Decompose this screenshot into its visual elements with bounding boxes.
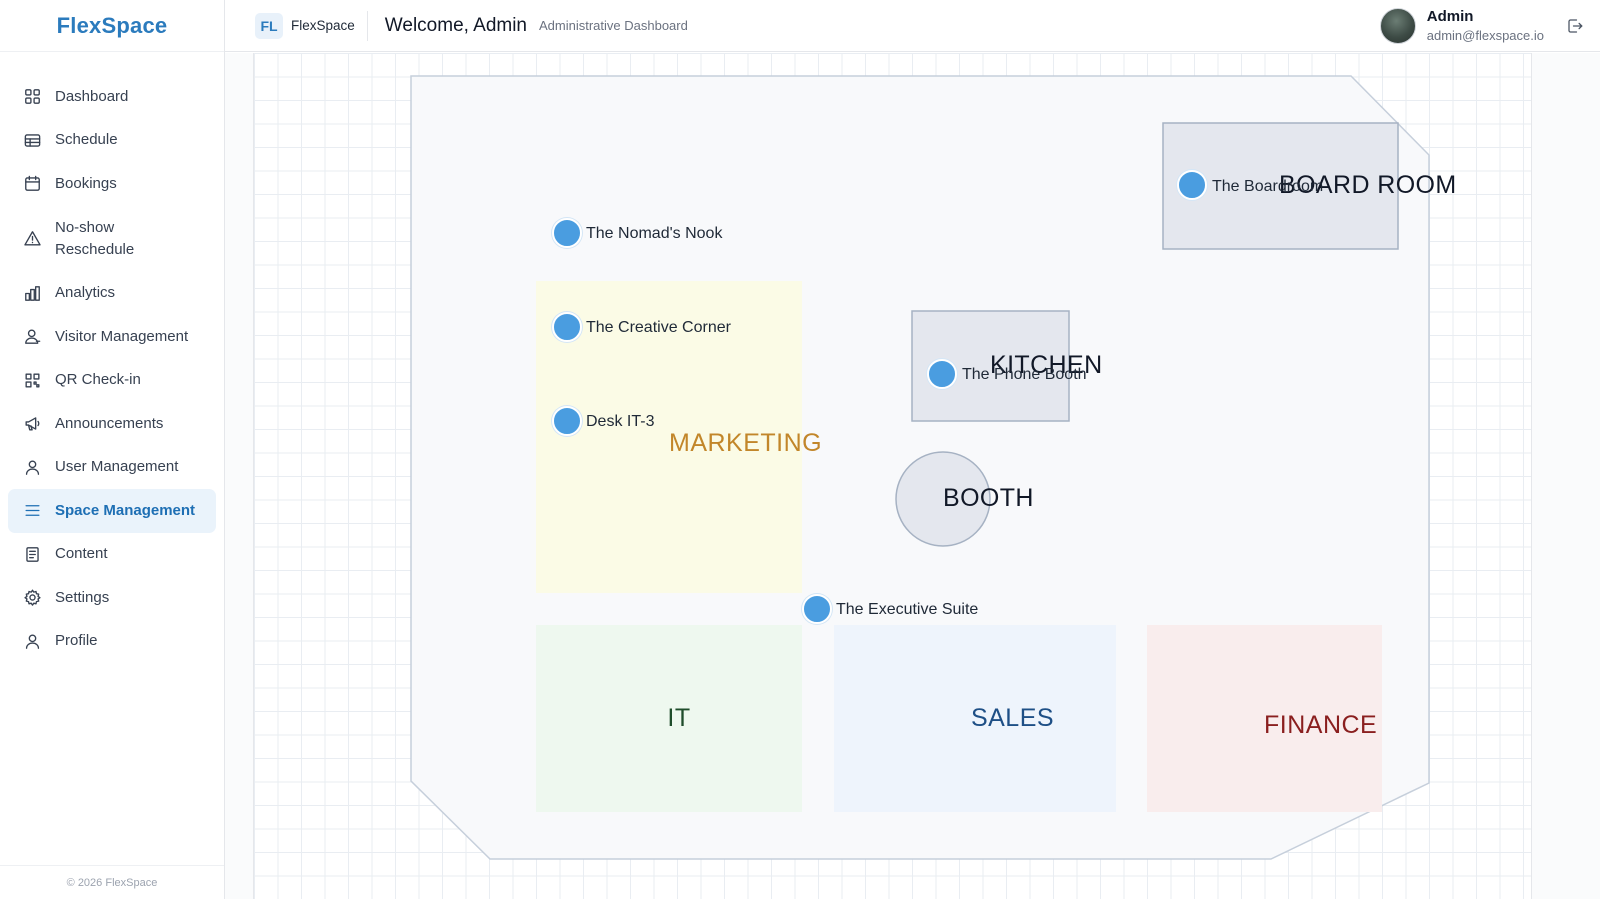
space-pin-creative-corner[interactable] bbox=[552, 312, 582, 342]
space-label-executive-suite: The Executive Suite bbox=[836, 601, 979, 618]
sidebar-item-label: Settings bbox=[55, 588, 110, 606]
sidebar-item-bookings[interactable]: Bookings bbox=[8, 162, 216, 206]
warning-icon bbox=[22, 229, 42, 249]
user-name: Admin bbox=[1426, 8, 1474, 25]
sidebar-item-content[interactable]: Content bbox=[8, 533, 216, 577]
space-pin-executive-suite[interactable] bbox=[802, 594, 832, 624]
user-email: admin@flexspace.io bbox=[1426, 28, 1544, 43]
floorplan-canvas[interactable]: MARKETING IT SALES FINANCE BOARD ROOM KI… bbox=[253, 53, 1532, 899]
canvas-gutter bbox=[225, 53, 253, 899]
sidebar-item-label: User Management bbox=[55, 458, 179, 476]
header-divider bbox=[366, 10, 368, 41]
user-icon bbox=[22, 631, 42, 651]
calendar-icon bbox=[22, 174, 42, 194]
document-icon bbox=[22, 544, 42, 564]
workspace-badge[interactable]: FL bbox=[255, 12, 283, 39]
zone-sales[interactable]: SALES bbox=[834, 625, 1116, 812]
sidebar-item-announcements[interactable]: Announcements bbox=[8, 402, 216, 446]
sidebar-item-label: Space Management bbox=[55, 501, 196, 519]
sidebar-item-visitor-management[interactable]: Visitor Management bbox=[8, 315, 216, 359]
space-label-boardroom: The Boardroom bbox=[1212, 178, 1324, 195]
user-info: Admin admin@flexspace.io bbox=[1427, 8, 1544, 43]
menu-icon bbox=[22, 501, 42, 521]
sidebar-item-label: Bookings bbox=[55, 174, 117, 192]
sidebar-item-label: Content bbox=[55, 545, 108, 563]
sidebar-item-label: Analytics bbox=[55, 284, 116, 302]
sidebar-item-qr-check-in[interactable]: QR Check-in bbox=[8, 359, 216, 403]
user-menu[interactable]: Admin admin@flexspace.io bbox=[1379, 7, 1584, 44]
qr-code-icon bbox=[22, 370, 42, 390]
space-label-nomads-nook: The Nomad's Nook bbox=[586, 225, 723, 242]
gear-icon bbox=[22, 588, 42, 608]
space-pin-nomads-nook[interactable] bbox=[552, 218, 582, 248]
grid-icon bbox=[22, 87, 42, 107]
zone-it[interactable]: IT bbox=[536, 625, 802, 812]
space-label-desk-it3: Desk IT-3 bbox=[586, 413, 655, 430]
zone-label-marketing: MARKETING bbox=[669, 429, 823, 457]
sidebar-nav: Dashboard Schedule Bookings No-show Resc… bbox=[0, 52, 224, 663]
page-subtitle: Administrative Dashboard bbox=[539, 18, 688, 33]
sidebar: FlexSpace Dashboard Schedule Bookings No… bbox=[0, 0, 225, 899]
space-label-creative-corner: The Creative Corner bbox=[586, 319, 731, 336]
workspace-name[interactable]: FlexSpace bbox=[291, 18, 355, 33]
sidebar-item-label: Announcements bbox=[55, 414, 164, 432]
sidebar-item-label: QR Check-in bbox=[55, 371, 141, 389]
sidebar-item-label: No-show Reschedule bbox=[55, 218, 135, 258]
room-label-booth: BOOTH bbox=[943, 484, 1034, 512]
visitor-icon bbox=[22, 327, 42, 347]
zone-label-sales: SALES bbox=[970, 704, 1055, 732]
sidebar-item-label: Profile bbox=[55, 632, 98, 650]
space-pin-boardroom[interactable] bbox=[1177, 170, 1207, 200]
brand-logo[interactable]: FlexSpace bbox=[0, 0, 224, 52]
page-title: Welcome, Admin bbox=[384, 14, 527, 36]
sidebar-item-space-management[interactable]: Space Management bbox=[8, 489, 216, 533]
sidebar-item-label: Visitor Management bbox=[55, 327, 189, 345]
megaphone-icon bbox=[22, 414, 42, 434]
space-label-phone-booth: The Phone Booth bbox=[962, 366, 1087, 383]
table-icon bbox=[22, 130, 42, 150]
sidebar-item-profile[interactable]: Profile bbox=[8, 620, 216, 664]
zone-label-finance: FINANCE bbox=[1264, 711, 1378, 739]
user-icon bbox=[22, 457, 42, 477]
sidebar-item-label: Dashboard bbox=[55, 87, 129, 105]
avatar[interactable] bbox=[1379, 7, 1416, 44]
sidebar-item-settings[interactable]: Settings bbox=[8, 576, 216, 620]
space-pin-desk-it3[interactable] bbox=[552, 406, 582, 436]
zone-label-it: IT bbox=[667, 704, 691, 732]
bar-chart-icon bbox=[22, 283, 42, 303]
sidebar-item-analytics[interactable]: Analytics bbox=[8, 272, 216, 316]
space-management-main: MARKETING IT SALES FINANCE BOARD ROOM KI… bbox=[225, 53, 1600, 899]
sidebar-item-label: Schedule bbox=[55, 131, 118, 149]
sidebar-item-no-show-reschedule[interactable]: No-show Reschedule bbox=[8, 206, 216, 272]
sidebar-item-user-management[interactable]: User Management bbox=[8, 446, 216, 490]
sidebar-footer: © 2026 FlexSpace bbox=[0, 865, 224, 899]
space-pin-phone-booth[interactable] bbox=[927, 359, 957, 389]
logout-icon[interactable] bbox=[1566, 17, 1584, 35]
top-header: FL FlexSpace Welcome, Admin Administrati… bbox=[225, 0, 1600, 52]
sidebar-item-dashboard[interactable]: Dashboard bbox=[8, 75, 216, 119]
brand-name: FlexSpace bbox=[56, 12, 168, 38]
sidebar-item-schedule[interactable]: Schedule bbox=[8, 119, 216, 163]
